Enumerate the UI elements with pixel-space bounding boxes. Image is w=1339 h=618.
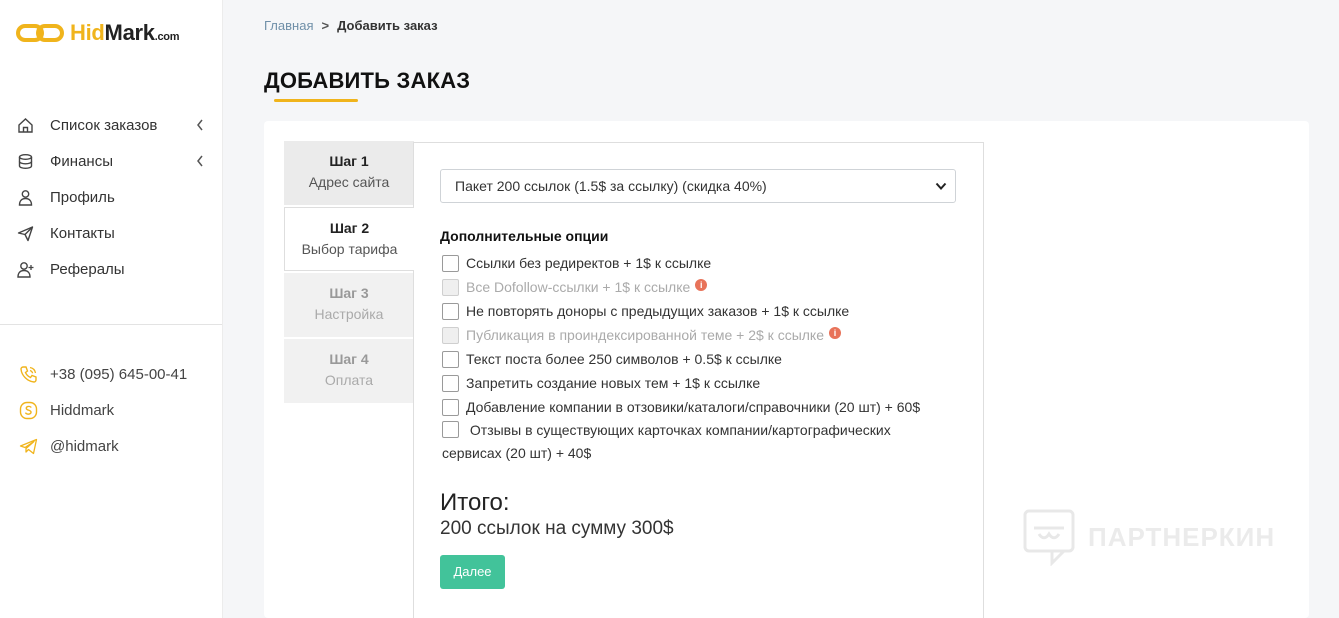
option-dofollow: Все Dofollow-ссылки + 1$ к ссылке i xyxy=(442,279,708,296)
option-label: Текст поста более 250 символов + 0.5$ к … xyxy=(466,351,782,367)
option-label: Ссылки без редиректов + 1$ к ссылке xyxy=(466,255,712,271)
option-indexed-topic: Публикация в проиндексированной теме + 2… xyxy=(442,327,841,344)
title-underline xyxy=(274,99,358,102)
contact-telegram-label: @hidmark xyxy=(50,437,119,455)
home-icon xyxy=(16,116,34,134)
step-number: Шаг 4 xyxy=(329,351,369,367)
option-no-new-topics[interactable]: Запретить создание новых тем + 1$ к ссыл… xyxy=(442,375,760,392)
option-reviews-in-cards[interactable]: Отзывы в существующих карточках компании… xyxy=(442,419,942,465)
user-icon xyxy=(16,188,34,206)
watermark: ПАРТНЕРКИН xyxy=(1022,508,1275,566)
option-checkbox[interactable] xyxy=(442,351,459,368)
option-label: Все Dofollow-ссылки + 1$ к ссылке xyxy=(466,279,691,295)
option-label: Добавление компании в отзовики/каталоги/… xyxy=(466,399,921,415)
total-title: Итого: xyxy=(440,489,510,516)
contact-phone[interactable]: +38 (095) 645-00-41 xyxy=(0,356,222,392)
option-checkbox[interactable] xyxy=(442,421,459,438)
step-number: Шаг 3 xyxy=(329,285,369,301)
step-name: Выбор тарифа xyxy=(301,241,398,257)
option-no-repeat-donors[interactable]: Не повторять доноры с предыдущих заказов… xyxy=(442,303,849,320)
breadcrumb-current: Добавить заказ xyxy=(337,18,438,33)
send-icon xyxy=(16,224,34,242)
coins-icon xyxy=(16,152,34,170)
option-add-company-catalogs[interactable]: Добавление компании в отзовики/каталоги/… xyxy=(442,399,920,416)
phone-icon xyxy=(18,364,38,384)
logo[interactable]: HidMark.com xyxy=(16,20,180,46)
step-tab-3[interactable]: Шаг 3 Настройка xyxy=(284,273,414,337)
contact-skype[interactable]: Hiddmark xyxy=(0,392,222,428)
package-select-value: Пакет 200 ссылок (1.5$ за ссылку) (скидк… xyxy=(455,178,767,194)
option-checkbox[interactable] xyxy=(442,399,459,416)
step-name: Оплата xyxy=(324,372,374,388)
breadcrumb-separator: > xyxy=(321,18,330,33)
chevron-left-icon xyxy=(197,155,203,167)
option-checkbox[interactable] xyxy=(442,255,459,272)
sidebar-contacts: +38 (095) 645-00-41 Hiddmark @hidmark xyxy=(0,356,222,464)
package-select[interactable]: Пакет 200 ссылок (1.5$ за ссылку) (скидк… xyxy=(440,169,956,203)
option-label: Запретить создание новых тем + 1$ к ссыл… xyxy=(466,375,761,391)
sidebar-item-label: Список заказов xyxy=(50,116,158,134)
watermark-text: ПАРТНЕРКИН xyxy=(1088,521,1276,552)
skype-icon xyxy=(18,400,38,420)
option-long-text[interactable]: Текст поста более 250 символов + 0.5$ к … xyxy=(442,351,782,368)
sidebar-item-orders[interactable]: Список заказов xyxy=(0,107,222,143)
step-name: Настройка xyxy=(314,306,384,322)
breadcrumb-home-link[interactable]: Главная xyxy=(264,18,313,33)
contact-phone-label: +38 (095) 645-00-41 xyxy=(50,365,188,383)
chevron-left-icon xyxy=(197,119,203,131)
option-label: Не повторять доноры с предыдущих заказов… xyxy=(466,303,850,319)
option-label: Публикация в проиндексированной теме + 2… xyxy=(466,327,824,343)
step-tab-4[interactable]: Шаг 4 Оплата xyxy=(284,339,414,403)
sidebar-item-referrals[interactable]: Рефералы xyxy=(0,251,222,287)
option-checkbox xyxy=(442,279,459,296)
info-icon[interactable]: i xyxy=(695,279,708,291)
logo-text: HidMark.com xyxy=(70,20,180,45)
step-number: Шаг 2 xyxy=(329,220,370,236)
sidebar-item-label: Контакты xyxy=(50,224,115,242)
sidebar-item-label: Финансы xyxy=(50,152,113,170)
sidebar-item-label: Рефералы xyxy=(50,260,125,278)
sidebar-item-label: Профиль xyxy=(50,188,115,206)
sidebar-item-profile[interactable]: Профиль xyxy=(0,179,222,215)
next-button[interactable]: Далее xyxy=(440,555,505,589)
partnerkin-logo-icon xyxy=(1023,509,1075,566)
chain-link-logo-icon xyxy=(16,24,64,42)
sidebar: HidMark.com Список заказов Финансы Профи… xyxy=(0,0,223,618)
contact-telegram[interactable]: @hidmark xyxy=(0,428,222,464)
sidebar-item-contacts[interactable]: Контакты xyxy=(0,215,222,251)
step-name: Адрес сайта xyxy=(308,174,390,190)
sidebar-nav: Список заказов Финансы Профиль Контакты xyxy=(0,107,222,287)
chevron-down-icon xyxy=(935,182,947,190)
option-checkbox[interactable] xyxy=(442,303,459,320)
option-checkbox xyxy=(442,327,459,344)
step-tab-2[interactable]: Шаг 2 Выбор тарифа xyxy=(284,207,414,271)
sidebar-item-finance[interactable]: Финансы xyxy=(0,143,222,179)
step-tab-1[interactable]: Шаг 1 Адрес сайта xyxy=(284,141,414,205)
option-no-redirects[interactable]: Ссылки без редиректов + 1$ к ссылке xyxy=(442,255,711,272)
option-label: Отзывы в существующих карточках компании… xyxy=(442,421,891,461)
option-checkbox[interactable] xyxy=(442,375,459,392)
sidebar-divider xyxy=(0,324,222,325)
user-plus-icon xyxy=(16,260,34,278)
page-title: ДОБАВИТЬ ЗАКАЗ xyxy=(264,68,471,93)
info-icon[interactable]: i xyxy=(829,327,841,339)
telegram-icon xyxy=(18,436,38,456)
contact-skype-label: Hiddmark xyxy=(50,401,115,419)
step-number: Шаг 1 xyxy=(329,153,369,169)
steps-tabs: Шаг 1 Адрес сайта Шаг 2 Выбор тарифа Шаг… xyxy=(284,141,414,405)
breadcrumb: Главная > Добавить заказ xyxy=(264,18,438,33)
total-summary: 200 ссылок на сумму 300$ xyxy=(440,518,674,539)
options-title: Дополнительные опции xyxy=(440,228,609,244)
